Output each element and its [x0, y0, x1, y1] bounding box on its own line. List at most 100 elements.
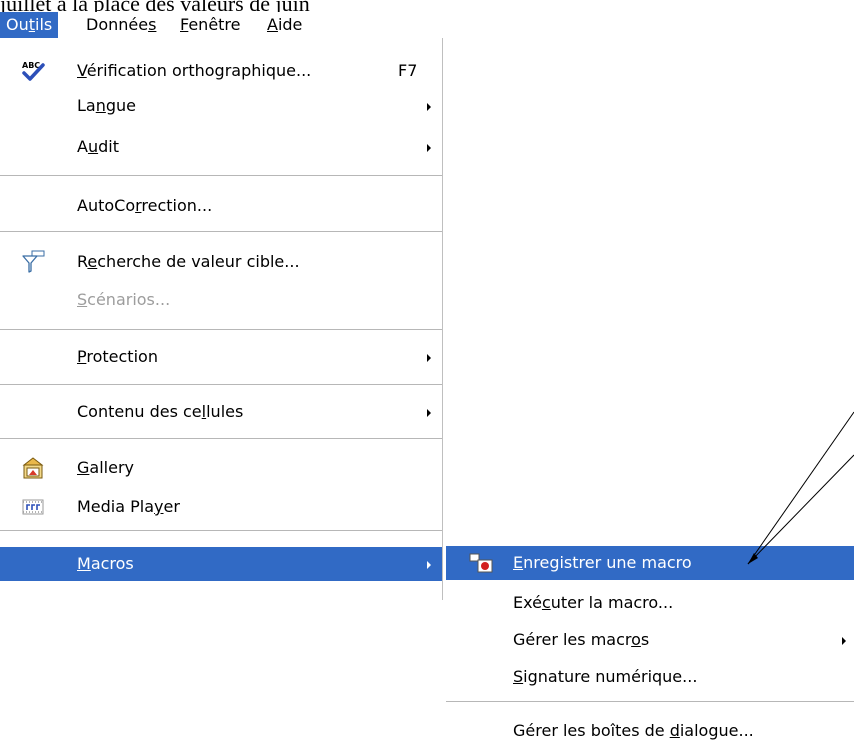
record-mnemonic: E [513, 553, 524, 572]
submenu-item-manage-dialogs[interactable]: Gérer les boîtes de dialogue... [446, 714, 854, 748]
menu-item-audit[interactable]: Audit [0, 130, 442, 164]
submenu-arrow-icon [427, 354, 431, 362]
scenarios-label-b: cénarios... [87, 290, 171, 309]
submenu-arrow-icon [427, 103, 431, 111]
goal-seek-mnemonic: e [87, 252, 98, 271]
spelling-mnemonic: V [77, 61, 87, 80]
dialogs-label-b: ialogue... [679, 721, 754, 740]
spelling-shortcut: F7 [398, 61, 418, 80]
gallery-label-b: allery [89, 458, 134, 477]
media-player-label-b: er [163, 497, 180, 516]
goal-seek-label-b: cherche de valeur cible... [97, 252, 300, 271]
run-macro-label: Exécuter la macro... [513, 586, 673, 620]
submenu-item-digital-signature[interactable]: Signature numérique... [446, 660, 854, 694]
submenu-item-run-macro[interactable]: Exécuter la macro... [446, 586, 854, 620]
language-label-b: gue [105, 96, 136, 115]
gallery-mnemonic: G [77, 458, 90, 477]
menu-item-cell-contents[interactable]: Contenu des cellules [0, 395, 442, 429]
menu-help-label-b: ide [277, 15, 303, 34]
organize-label-b: s [640, 630, 650, 649]
protection-label-b: rotection [86, 347, 158, 366]
submenu-arrow-icon [427, 561, 431, 569]
run-label-a: Exé [513, 593, 542, 612]
dialogs-mnemonic: d [669, 721, 680, 740]
menu-separator [0, 329, 442, 330]
submenu-item-organize-macros[interactable]: Gérer les macros [446, 623, 854, 657]
dialogs-label-a: Gérer les boîtes de [513, 721, 670, 740]
menu-data-mnemonic: s [148, 15, 157, 34]
digital-signature-label: Signature numérique... [513, 660, 697, 694]
scenarios-mnemonic: S [77, 290, 88, 309]
menu-window[interactable]: Fenêtre [174, 12, 247, 38]
menu-item-scenarios: Scénarios... [0, 283, 442, 317]
menu-separator [446, 701, 854, 702]
manage-dialogs-label: Gérer les boîtes de dialogue... [513, 714, 754, 748]
menu-separator [0, 175, 442, 176]
submenu-item-record-macro[interactable]: Enregistrer une macro [446, 546, 854, 580]
menu-item-protection[interactable]: Protection [0, 340, 442, 374]
submenu-arrow-icon [842, 637, 846, 645]
menu-item-language[interactable]: Langue [0, 89, 442, 123]
macros-mnemonic: M [77, 554, 91, 573]
menu-tools-label-b: ils [35, 15, 53, 34]
menu-item-media-player[interactable]: Media Player [0, 490, 442, 524]
menu-data[interactable]: Données [80, 12, 162, 38]
menu-item-spelling-label: Vérification orthographique... [77, 54, 311, 88]
autocorrect-label-a: AutoCo [77, 196, 136, 215]
menu-item-spelling[interactable]: ABC Vérification orthographique... F7 [0, 54, 442, 88]
cell-contents-label-b: lules [206, 402, 244, 421]
submenu-arrow-icon [427, 144, 431, 152]
tools-menu: ABC Vérification orthographique... F7 La… [0, 38, 443, 600]
menu-item-language-label: Langue [77, 89, 136, 123]
menu-bar: Outils Données Fenêtre Aide [0, 12, 460, 38]
signature-mnemonic: S [513, 667, 524, 686]
audit-mnemonic: u [87, 137, 99, 156]
media-player-icon [22, 499, 44, 515]
run-mnemonic: c [541, 593, 551, 612]
autocorrect-label-b: rection... [141, 196, 213, 215]
menu-item-goal-seek-label: Recherche de valeur cible... [77, 245, 300, 279]
record-label-b: nregistrer une macro [523, 553, 692, 572]
organize-macros-label: Gérer les macros [513, 623, 649, 657]
funnel-icon [22, 250, 45, 273]
menu-help[interactable]: Aide [261, 12, 308, 38]
protection-mnemonic: P [77, 347, 87, 366]
menu-separator [0, 231, 442, 232]
menu-window-label-b: enêtre [188, 15, 241, 34]
menu-item-macros[interactable]: Macros [0, 547, 442, 581]
menu-tools[interactable]: Outils [0, 12, 59, 38]
menu-separator [0, 384, 442, 385]
menu-separator [0, 438, 442, 439]
menu-item-autocorrect[interactable]: AutoCorrection... [0, 189, 442, 223]
cell-contents-label-a: Contenu des ce [77, 402, 202, 421]
submenu-arrow-icon [427, 409, 431, 417]
gallery-icon [22, 457, 44, 479]
audit-label-b: dit [98, 137, 119, 156]
menu-help-mnemonic: A [267, 15, 278, 34]
menu-data-label-a: Donnée [86, 15, 149, 34]
menu-item-cell-contents-label: Contenu des cellules [77, 395, 243, 429]
record-macro-icon [469, 553, 493, 573]
menu-item-goal-seek[interactable]: Recherche de valeur cible... [0, 245, 442, 279]
record-macro-label: Enregistrer une macro [513, 546, 692, 580]
organize-mnemonic: o [631, 630, 641, 649]
menu-item-scenarios-label: Scénarios... [77, 283, 170, 317]
goal-seek-label-a: R [77, 252, 88, 271]
menu-item-protection-label: Protection [77, 340, 158, 374]
run-label-b: uter la macro... [550, 593, 674, 612]
menu-tools-label-a: Ou [6, 15, 29, 34]
menu-item-gallery[interactable]: Gallery [0, 451, 442, 485]
signature-label-b: ignature numérique... [523, 667, 698, 686]
language-label-a: La [77, 96, 96, 115]
menu-item-autocorrect-label: AutoCorrection... [77, 189, 212, 223]
menu-item-media-player-label: Media Player [77, 490, 180, 524]
media-player-label-a: Media Pla [77, 497, 155, 516]
organize-label-a: Gérer les macr [513, 630, 632, 649]
language-mnemonic: n [95, 96, 106, 115]
menu-item-audit-label: Audit [77, 130, 119, 164]
menu-separator [0, 530, 442, 531]
media-player-mnemonic: y [154, 497, 164, 516]
macros-label-b: acros [90, 554, 134, 573]
menu-item-macros-label: Macros [77, 547, 134, 581]
menu-item-gallery-label: Gallery [77, 451, 134, 485]
